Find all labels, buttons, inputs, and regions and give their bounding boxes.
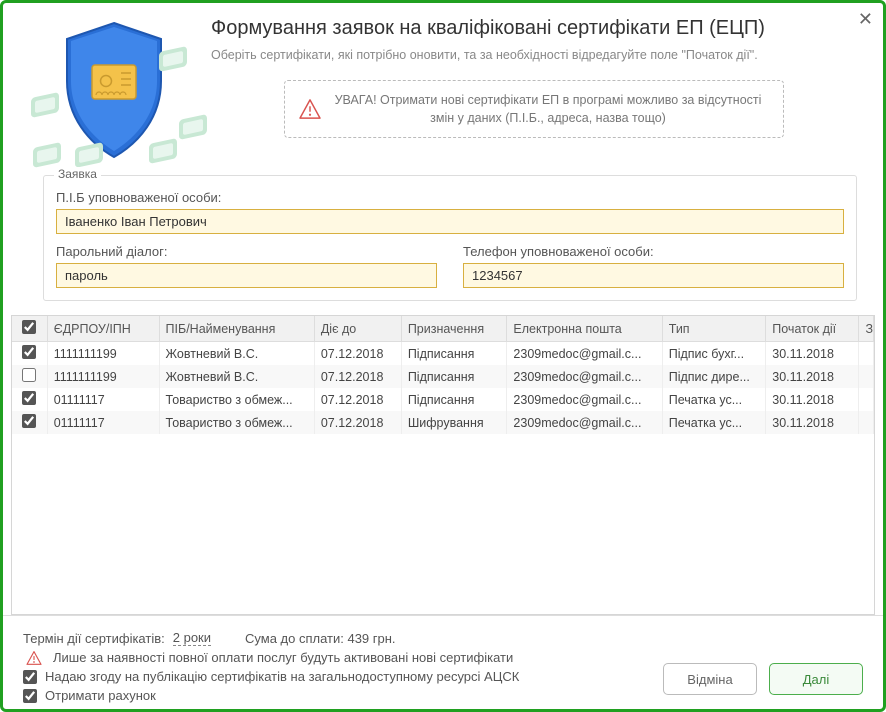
cell-edrpou: 01111117 — [47, 411, 159, 434]
col-email[interactable]: Електронна пошта — [507, 316, 662, 342]
invoice-checkbox[interactable] — [23, 689, 37, 703]
cell-purpose: Підписання — [401, 365, 507, 388]
password-field[interactable] — [56, 263, 437, 288]
col-edrpou[interactable]: ЄДРПОУ/ІПН — [47, 316, 159, 342]
consent-label: Надаю згоду на публікацію сертифікатів н… — [45, 669, 519, 684]
sum-label: Сума до сплати: 439 грн. — [245, 631, 396, 646]
cell-type: Підпис бухг... — [662, 342, 766, 366]
cell-type: Печатка ус... — [662, 388, 766, 411]
cancel-button[interactable]: Відміна — [663, 663, 757, 695]
dialog-title: Формування заявок на кваліфіковані серти… — [211, 17, 857, 40]
cell-email: 2309medoc@gmail.c... — [507, 342, 662, 366]
warning-icon — [299, 99, 321, 119]
cell-start: 30.11.2018 — [766, 388, 859, 411]
cell-extra — [859, 342, 874, 366]
pib-field[interactable] — [56, 209, 844, 234]
cell-purpose: Підписання — [401, 342, 507, 366]
payment-note: Лише за наявності повної оплати послуг б… — [53, 650, 513, 665]
cell-email: 2309medoc@gmail.c... — [507, 365, 662, 388]
cell-start: 30.11.2018 — [766, 342, 859, 366]
cell-start: 30.11.2018 — [766, 411, 859, 434]
cell-valid-to: 07.12.2018 — [314, 365, 401, 388]
cell-name: Жовтневий В.С. — [159, 342, 314, 366]
phone-field[interactable] — [463, 263, 844, 288]
select-all-checkbox[interactable] — [22, 320, 36, 334]
fieldset-legend: Заявка — [54, 167, 101, 181]
dialog-subtitle: Оберіть сертифікати, які потрібно оновит… — [211, 48, 857, 62]
cell-type: Печатка ус... — [662, 411, 766, 434]
warning-box: УВАГА! Отримати нові сертифікати ЕП в пр… — [284, 80, 784, 138]
cell-edrpou: 1111111199 — [47, 342, 159, 366]
cell-purpose: Шифрування — [401, 411, 507, 434]
table-row[interactable]: 1111111199Жовтневий В.С.07.12.2018Підпис… — [12, 365, 874, 388]
cell-name: Жовтневий В.С. — [159, 365, 314, 388]
password-label: Парольний діалог: — [56, 244, 437, 259]
cell-valid-to: 07.12.2018 — [314, 388, 401, 411]
row-checkbox[interactable] — [22, 368, 36, 382]
invoice-label: Отримати рахунок — [45, 688, 156, 703]
header-area: Формування заявок на кваліфіковані серти… — [3, 3, 883, 175]
request-form: Заявка П.І.Б уповноваженої особи: Пароль… — [3, 175, 883, 311]
cell-edrpou: 1111111199 — [47, 365, 159, 388]
col-extra: З — [859, 316, 874, 342]
col-name[interactable]: ПІБ/Найменування — [159, 316, 314, 342]
cell-extra — [859, 365, 874, 388]
col-select-all[interactable] — [12, 316, 47, 342]
table-row[interactable]: 01111117Товариство з обмеж...07.12.2018Ш… — [12, 411, 874, 434]
dialog-certificate-requests: ✕ Формування — [0, 0, 886, 712]
cell-purpose: Підписання — [401, 388, 507, 411]
cell-email: 2309medoc@gmail.c... — [507, 411, 662, 434]
row-checkbox[interactable] — [22, 391, 36, 405]
cell-name: Товариство з обмеж... — [159, 411, 314, 434]
consent-checkbox[interactable] — [23, 670, 37, 684]
table-row[interactable]: 1111111199Жовтневий В.С.07.12.2018Підпис… — [12, 342, 874, 366]
cell-start: 30.11.2018 — [766, 365, 859, 388]
next-button[interactable]: Далі — [769, 663, 863, 695]
certificates-table[interactable]: ЄДРПОУ/ІПН ПІБ/Найменування Діє до Призн… — [11, 315, 875, 615]
col-valid-to[interactable]: Діє до — [314, 316, 401, 342]
cell-name: Товариство з обмеж... — [159, 388, 314, 411]
cell-edrpou: 01111117 — [47, 388, 159, 411]
cell-extra — [859, 388, 874, 411]
col-purpose[interactable]: Призначення — [401, 316, 507, 342]
row-checkbox[interactable] — [22, 345, 36, 359]
table-row[interactable]: 01111117Товариство з обмеж...07.12.2018П… — [12, 388, 874, 411]
phone-label: Телефон уповноваженої особи: — [463, 244, 844, 259]
footer-area: Термін дії сертифікатів: 2 роки Сума до … — [3, 615, 883, 709]
cell-type: Підпис дире... — [662, 365, 766, 388]
cell-valid-to: 07.12.2018 — [314, 342, 401, 366]
term-value[interactable]: 2 роки — [173, 630, 211, 646]
warning-icon — [23, 651, 45, 665]
col-start[interactable]: Початок дії — [766, 316, 859, 342]
table-header-row: ЄДРПОУ/ІПН ПІБ/Найменування Діє до Призн… — [12, 316, 874, 342]
pib-label: П.І.Б уповноваженої особи: — [56, 190, 844, 205]
row-checkbox[interactable] — [22, 414, 36, 428]
shield-illustration — [29, 17, 199, 167]
term-label: Термін дії сертифікатів: — [23, 631, 165, 646]
cell-valid-to: 07.12.2018 — [314, 411, 401, 434]
warning-text: УВАГА! Отримати нові сертифікати ЕП в пр… — [333, 91, 763, 127]
cell-extra — [859, 411, 874, 434]
cell-email: 2309medoc@gmail.c... — [507, 388, 662, 411]
col-type[interactable]: Тип — [662, 316, 766, 342]
